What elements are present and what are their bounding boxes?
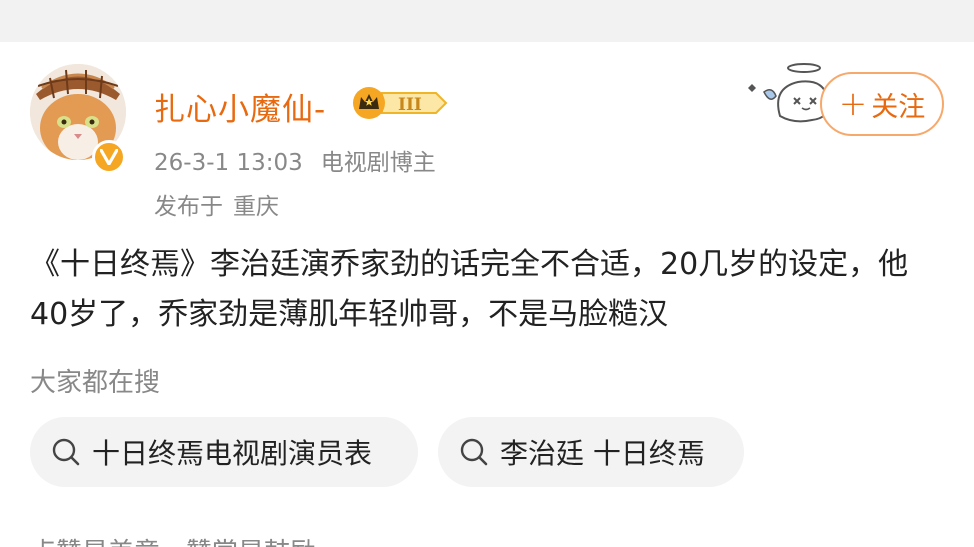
search-chip[interactable]: 十日终焉电视剧演员表 <box>30 417 418 487</box>
next-item-partial-text: 点赞是美意，赞赏是鼓励 <box>30 532 316 547</box>
search-icon <box>460 438 488 466</box>
author-username[interactable]: 扎心小魔仙- <box>154 84 326 129</box>
location-name: 重庆 <box>233 194 279 220</box>
search-chip[interactable]: 李治廷 十日终焉 <box>438 417 744 487</box>
plus-icon: + <box>838 84 868 124</box>
author-tag: 电视剧博主 <box>320 150 436 176</box>
follow-button[interactable]: + 关注 <box>820 72 944 136</box>
search-chip-text: 十日终焉电视剧演员表 <box>92 437 373 470</box>
post-location: 发布于 重庆 <box>154 187 279 221</box>
post-body-text: 《十日终焉》李治廷演乔家劲的话完全不合适，20几岁的设定，他40岁了，乔家劲是薄… <box>30 247 909 332</box>
search-chip-text: 李治廷 十日终焉 <box>500 437 705 470</box>
verified-badge-icon <box>92 140 126 174</box>
post-time: 26-3-1 13:03 <box>154 150 303 176</box>
post-meta: 26-3-1 13:03 电视剧博主 <box>154 143 436 177</box>
trending-search-label: 大家都在搜 <box>30 368 161 398</box>
follow-label: 关注 <box>871 91 926 123</box>
location-prefix: 发布于 <box>154 194 223 220</box>
search-icon <box>52 438 80 466</box>
rank-badge-text: III <box>398 95 422 115</box>
top-status-bar <box>0 0 974 42</box>
rank-badge-icon[interactable]: III <box>352 86 448 124</box>
